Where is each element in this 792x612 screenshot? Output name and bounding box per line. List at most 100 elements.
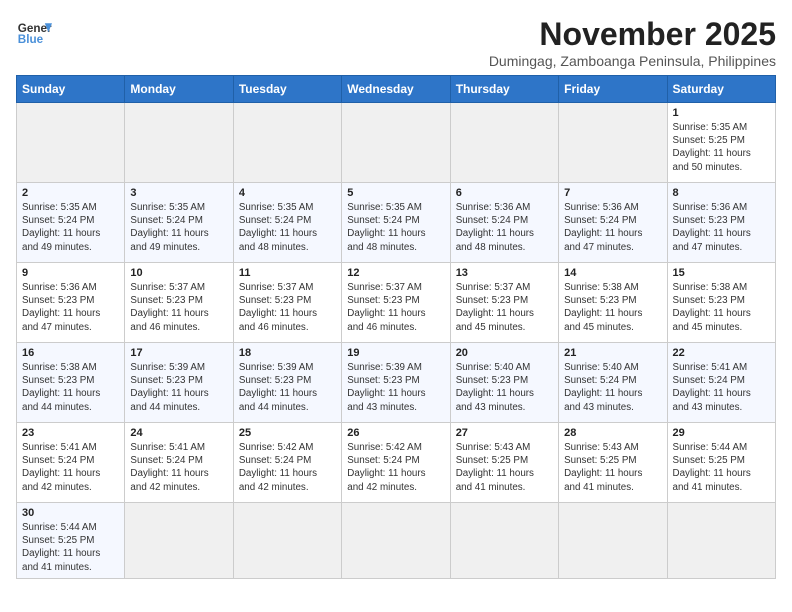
day-number: 9: [22, 267, 119, 279]
calendar-cell: 7 Sunrise: 5:36 AM Sunset: 5:24 PM Daylig…: [559, 183, 667, 263]
calendar-cell: 8 Sunrise: 5:36 AM Sunset: 5:23 PM Daylig…: [667, 183, 775, 263]
calendar-cell: [667, 503, 775, 579]
day-info: Sunrise: 5:41 AM Sunset: 5:24 PM Dayligh…: [22, 441, 119, 494]
calendar-cell: 2 Sunrise: 5:35 AM Sunset: 5:24 PM Daylig…: [17, 183, 125, 263]
day-info: Sunrise: 5:35 AM Sunset: 5:24 PM Dayligh…: [22, 201, 119, 254]
calendar-cell: 17 Sunrise: 5:39 AM Sunset: 5:23 PM Dayli…: [125, 343, 233, 423]
day-number: 22: [673, 347, 770, 359]
day-info: Sunrise: 5:38 AM Sunset: 5:23 PM Dayligh…: [22, 361, 119, 414]
calendar-cell: [233, 103, 341, 183]
weekday-header-sunday: Sunday: [17, 76, 125, 103]
day-number: 24: [130, 427, 227, 439]
calendar-cell: 16 Sunrise: 5:38 AM Sunset: 5:23 PM Dayli…: [17, 343, 125, 423]
day-info: Sunrise: 5:36 AM Sunset: 5:24 PM Dayligh…: [564, 201, 661, 254]
day-number: 13: [456, 267, 553, 279]
weekday-header-friday: Friday: [559, 76, 667, 103]
page-header: General Blue November 2025 Dumingag, Zam…: [16, 16, 776, 69]
day-number: 19: [347, 347, 444, 359]
calendar-cell: 11Sunrise: 5:37 AM Sunset: 5:23 PM Dayli…: [233, 263, 341, 343]
day-number: 7: [564, 187, 661, 199]
svg-text:Blue: Blue: [18, 33, 44, 46]
calendar-week-5: 23 Sunrise: 5:41 AM Sunset: 5:24 PM Dayli…: [17, 423, 776, 503]
calendar-cell: 22 Sunrise: 5:41 AM Sunset: 5:24 PM Dayli…: [667, 343, 775, 423]
calendar-cell: 14 Sunrise: 5:38 AM Sunset: 5:23 PM Dayli…: [559, 263, 667, 343]
day-info: Sunrise: 5:37 AM Sunset: 5:23 PM Dayligh…: [239, 281, 336, 334]
day-number: 16: [22, 347, 119, 359]
day-number: 12: [347, 267, 444, 279]
day-number: 4: [239, 187, 336, 199]
day-info: Sunrise: 5:44 AM Sunset: 5:25 PM Dayligh…: [673, 441, 770, 494]
day-number: 23: [22, 427, 119, 439]
calendar-cell: 10 Sunrise: 5:37 AM Sunset: 5:23 PM Dayli…: [125, 263, 233, 343]
calendar-cell: 25 Sunrise: 5:42 AM Sunset: 5:24 PM Dayli…: [233, 423, 341, 503]
day-info: Sunrise: 5:43 AM Sunset: 5:25 PM Dayligh…: [564, 441, 661, 494]
day-info: Sunrise: 5:35 AM Sunset: 5:24 PM Dayligh…: [130, 201, 227, 254]
calendar-cell: 20 Sunrise: 5:40 AM Sunset: 5:23 PM Dayli…: [450, 343, 558, 423]
day-info: Sunrise: 5:43 AM Sunset: 5:25 PM Dayligh…: [456, 441, 553, 494]
day-info: Sunrise: 5:39 AM Sunset: 5:23 PM Dayligh…: [130, 361, 227, 414]
calendar-week-3: 9 Sunrise: 5:36 AM Sunset: 5:23 PM Daylig…: [17, 263, 776, 343]
weekday-header-tuesday: Tuesday: [233, 76, 341, 103]
day-info: Sunrise: 5:38 AM Sunset: 5:23 PM Dayligh…: [564, 281, 661, 334]
calendar-cell: [559, 103, 667, 183]
day-number: 28: [564, 427, 661, 439]
day-number: 5: [347, 187, 444, 199]
day-info: Sunrise: 5:36 AM Sunset: 5:23 PM Dayligh…: [22, 281, 119, 334]
day-number: 21: [564, 347, 661, 359]
day-info: Sunrise: 5:41 AM Sunset: 5:24 PM Dayligh…: [673, 361, 770, 414]
day-number: 17: [130, 347, 227, 359]
day-number: 25: [239, 427, 336, 439]
day-number: 1: [673, 107, 770, 119]
calendar-cell: 5Sunrise: 5:35 AM Sunset: 5:24 PM Daylig…: [342, 183, 450, 263]
day-number: 14: [564, 267, 661, 279]
calendar-cell: [450, 103, 558, 183]
calendar-cell: 6 Sunrise: 5:36 AM Sunset: 5:24 PM Daylig…: [450, 183, 558, 263]
calendar-cell: [559, 503, 667, 579]
calendar-week-2: 2 Sunrise: 5:35 AM Sunset: 5:24 PM Daylig…: [17, 183, 776, 263]
day-info: Sunrise: 5:35 AM Sunset: 5:24 PM Dayligh…: [239, 201, 336, 254]
day-info: Sunrise: 5:40 AM Sunset: 5:23 PM Dayligh…: [456, 361, 553, 414]
calendar-cell: 12Sunrise: 5:37 AM Sunset: 5:23 PM Dayli…: [342, 263, 450, 343]
day-number: 10: [130, 267, 227, 279]
day-info: Sunrise: 5:36 AM Sunset: 5:24 PM Dayligh…: [456, 201, 553, 254]
calendar-cell: 26 Sunrise: 5:42 AM Sunset: 5:24 PM Dayli…: [342, 423, 450, 503]
day-info: Sunrise: 5:35 AM Sunset: 5:25 PM Dayligh…: [673, 121, 770, 174]
calendar-cell: [125, 103, 233, 183]
calendar-cell: [450, 503, 558, 579]
day-info: Sunrise: 5:39 AM Sunset: 5:23 PM Dayligh…: [239, 361, 336, 414]
day-info: Sunrise: 5:37 AM Sunset: 5:23 PM Dayligh…: [130, 281, 227, 334]
calendar-cell: 3Sunrise: 5:35 AM Sunset: 5:24 PM Daylig…: [125, 183, 233, 263]
calendar-cell: 29Sunrise: 5:44 AM Sunset: 5:25 PM Dayli…: [667, 423, 775, 503]
month-title: November 2025: [489, 16, 776, 53]
calendar-cell: 18Sunrise: 5:39 AM Sunset: 5:23 PM Dayli…: [233, 343, 341, 423]
day-number: 15: [673, 267, 770, 279]
calendar-cell: [233, 503, 341, 579]
weekday-header-thursday: Thursday: [450, 76, 558, 103]
logo-icon: General Blue: [16, 16, 52, 52]
day-info: Sunrise: 5:37 AM Sunset: 5:23 PM Dayligh…: [456, 281, 553, 334]
calendar-cell: [342, 103, 450, 183]
day-number: 6: [456, 187, 553, 199]
day-number: 8: [673, 187, 770, 199]
calendar-cell: 24 Sunrise: 5:41 AM Sunset: 5:24 PM Dayli…: [125, 423, 233, 503]
day-info: Sunrise: 5:42 AM Sunset: 5:24 PM Dayligh…: [347, 441, 444, 494]
day-number: 26: [347, 427, 444, 439]
weekday-header-wednesday: Wednesday: [342, 76, 450, 103]
calendar-cell: 21Sunrise: 5:40 AM Sunset: 5:24 PM Dayli…: [559, 343, 667, 423]
day-info: Sunrise: 5:41 AM Sunset: 5:24 PM Dayligh…: [130, 441, 227, 494]
calendar-cell: [125, 503, 233, 579]
day-info: Sunrise: 5:39 AM Sunset: 5:23 PM Dayligh…: [347, 361, 444, 414]
day-number: 2: [22, 187, 119, 199]
calendar-week-1: 1 Sunrise: 5:35 AM Sunset: 5:25 PM Daylig…: [17, 103, 776, 183]
calendar-cell: 4 Sunrise: 5:35 AM Sunset: 5:24 PM Daylig…: [233, 183, 341, 263]
title-block: November 2025 Dumingag, Zamboanga Penins…: [489, 16, 776, 69]
logo: General Blue: [16, 16, 52, 52]
weekday-header-saturday: Saturday: [667, 76, 775, 103]
calendar-table: SundayMondayTuesdayWednesdayThursdayFrid…: [16, 75, 776, 579]
calendar-week-6: 30Sunrise: 5:44 AM Sunset: 5:25 PM Dayli…: [17, 503, 776, 579]
day-number: 30: [22, 507, 119, 519]
location-title: Dumingag, Zamboanga Peninsula, Philippin…: [489, 53, 776, 69]
day-number: 20: [456, 347, 553, 359]
day-info: Sunrise: 5:36 AM Sunset: 5:23 PM Dayligh…: [673, 201, 770, 254]
day-info: Sunrise: 5:42 AM Sunset: 5:24 PM Dayligh…: [239, 441, 336, 494]
